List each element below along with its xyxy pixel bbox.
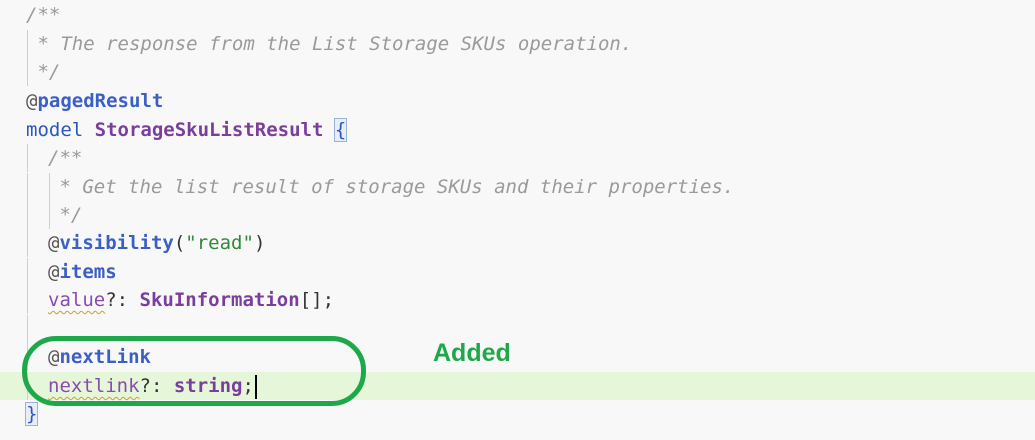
indent-guide [27,173,28,201]
doc-comment-close: */ [48,204,83,226]
property-type: SkuInformation [139,289,300,311]
added-annotation-label: Added [433,339,511,367]
model-keyword: model [26,119,84,141]
indent-guide [27,144,28,172]
doc-comment-open: /** [26,4,61,26]
code-line: * Get the list result of storage SKUs an… [0,173,1035,201]
decorator-line: @visibility("read") [48,229,265,257]
indent-guide [27,229,28,257]
code-line: /** [0,1,1035,29]
paren-open: ( [173,232,186,254]
indent-guide [27,286,28,314]
decorator-line: @pagedResult [26,87,163,115]
open-brace: { [333,118,348,142]
code-line: */ [0,201,1035,229]
model-declaration: model StorageSkuListResult { [26,116,348,144]
code-line: /** [0,144,1035,172]
decorator-name: items [59,261,117,283]
property-suffix: []; [299,289,335,311]
code-line: */ [0,58,1035,86]
code-line: * The response from the List Storage SKU… [0,30,1035,58]
decorator-at: @ [48,232,60,254]
string-literal: "read" [185,232,254,254]
model-type-name: StorageSkuListResult [94,119,324,141]
decorator-at: @ [26,90,38,112]
decorator-name: pagedResult [37,90,164,112]
decorator-line: @items [48,258,117,286]
paren-close: ) [253,232,266,254]
code-line: @visibility("read") [0,229,1035,257]
added-highlight-ring [22,336,366,406]
close-brace: } [24,402,39,426]
doc-comment-text: * The response from the List Storage SKU… [26,33,633,55]
indent-guide [27,258,28,286]
code-line: value?: SkuInformation[]; [0,286,1035,314]
code-editor[interactable]: /** * The response from the List Storage… [0,0,1035,440]
code-line: @pagedResult [0,87,1035,115]
property-name: value [48,289,106,311]
indent-guide [27,201,28,229]
doc-comment-close: */ [26,61,61,83]
close-brace-wrap: } [24,400,39,428]
property-declaration: value?: SkuInformation[]; [48,286,334,314]
doc-comment-text: * Get the list result of storage SKUs an… [48,176,735,198]
code-line: model StorageSkuListResult { [0,116,1035,144]
decorator-name: visibility [59,232,174,254]
code-line: @items [0,258,1035,286]
decorator-at: @ [48,261,60,283]
indent-guide [27,315,28,343]
optional-marker: ?: [105,289,140,311]
doc-comment-open: /** [48,147,83,169]
